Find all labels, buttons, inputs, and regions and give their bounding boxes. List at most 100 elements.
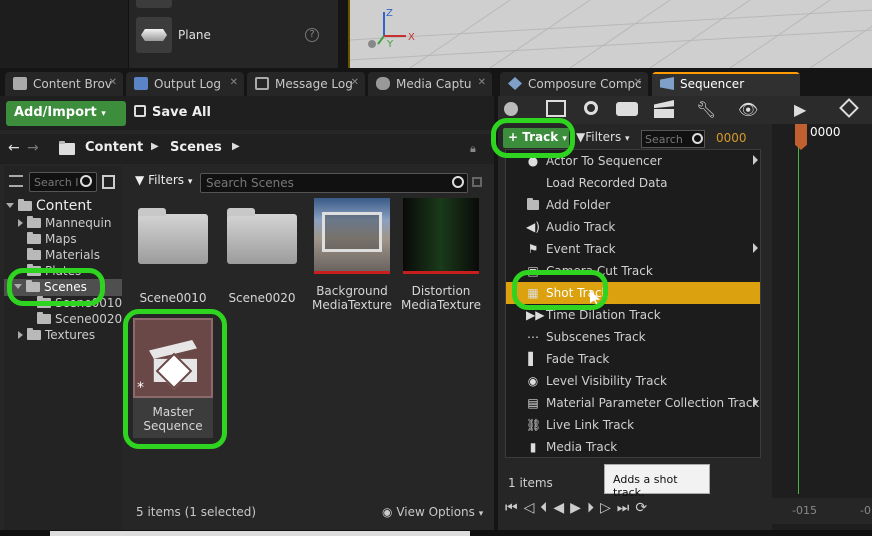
annotation-ring-shot-track	[512, 270, 608, 310]
tab-message-log[interactable]: Message Log ✕	[247, 72, 365, 96]
menu-item-audio-track[interactable]: ◀) Audio Track	[506, 216, 760, 238]
plane-thumbnail[interactable]	[136, 17, 172, 53]
tree-item-materials[interactable]: Materials	[27, 248, 100, 262]
media-icon: ▮	[529, 440, 537, 454]
menu-item-media-track[interactable]: ▮ Media Track	[506, 436, 760, 458]
asset-search-input[interactable]: Search Scenes	[200, 173, 468, 193]
sequencer-filters-button[interactable]: ▼Filters ▾	[576, 130, 630, 144]
folder-icon	[227, 208, 297, 264]
camera-icon[interactable]	[616, 102, 638, 116]
asset-folder-scene0010[interactable]	[135, 200, 211, 276]
close-icon[interactable]: ✕	[351, 77, 359, 88]
tab-sequencer[interactable]: Sequencer	[652, 72, 800, 96]
tab-output-log[interactable]: Output Log ✕	[126, 72, 244, 96]
step-forward-icon[interactable]: ⏵	[587, 500, 600, 516]
chevron-right-icon[interactable]: ▶	[151, 141, 159, 152]
annotation-ring-track-button	[491, 118, 575, 158]
filter-icon: ▼	[135, 173, 145, 187]
question-icon[interactable]: ?	[305, 28, 319, 42]
background-mediatexture-thumbnail[interactable]	[314, 198, 390, 274]
loop-icon[interactable]: ⟳	[635, 500, 653, 516]
load-icon	[526, 176, 540, 190]
tab-label: Media Captu	[396, 77, 472, 91]
audio-icon: ◀)	[526, 220, 540, 234]
tree-item-mannequin[interactable]: Mannequin	[18, 216, 111, 230]
back-arrow-icon[interactable]: ←	[8, 140, 20, 156]
tree-item-label: Textures	[45, 328, 96, 342]
playhead-handle[interactable]	[795, 124, 807, 150]
menu-item-add-folder[interactable]: Add Folder	[506, 194, 760, 216]
filter-icon: ▼	[576, 130, 586, 144]
tree-item-textures[interactable]: Textures	[18, 328, 95, 342]
menu-item-subscenes-track[interactable]: ⋯ Subscenes Track	[506, 326, 760, 348]
message-icon	[255, 77, 269, 90]
menu-item-load-recorded-data[interactable]: Load Recorded Data	[506, 172, 760, 194]
menu-item-label: Level Visibility Track	[546, 374, 667, 388]
tab-composure[interactable]: Composure Compc ✕	[500, 72, 648, 96]
expand-arrow-icon[interactable]	[18, 331, 23, 339]
tab-label: Message Log	[275, 77, 353, 91]
close-icon[interactable]: ✕	[230, 77, 238, 88]
menu-item-live-link-track[interactable]: ⛓ Live Link Track	[506, 414, 760, 436]
close-icon[interactable]: ✕	[109, 77, 117, 88]
play-reverse-icon[interactable]: ◀	[553, 500, 570, 516]
next-key-icon[interactable]: ▷	[600, 500, 617, 516]
level-viewport[interactable]: Z X Y	[348, 0, 872, 68]
menu-item-material-parameter-collection-track[interactable]: ▤ Material Parameter Collection Track	[506, 392, 760, 414]
menu-item-level-visibility-track[interactable]: ◉ Level Visibility Track	[506, 370, 760, 392]
asset-folder-scene0020[interactable]	[224, 200, 300, 276]
save-search-icon[interactable]	[472, 177, 482, 187]
sources-panel-icon[interactable]	[9, 175, 23, 187]
save-all-button[interactable]: Save All	[134, 101, 211, 126]
asset-label: Scene0020	[228, 291, 296, 305]
asset-thumbnail-partial	[136, 0, 172, 8]
previous-key-icon[interactable]: ◁	[524, 500, 541, 516]
fade-icon: ▌	[528, 352, 538, 366]
menu-item-label: Subscenes Track	[546, 330, 646, 344]
jump-to-start-icon[interactable]: ⏮	[505, 500, 524, 516]
material-icon: ▤	[527, 396, 539, 410]
filters-button[interactable]: ▼ Filters ▾	[135, 173, 192, 187]
current-time-readout[interactable]: 0000	[716, 131, 747, 145]
save-sequence-icon[interactable]	[546, 100, 566, 117]
menu-item-label: Load Recorded Data	[546, 176, 668, 190]
distortion-mediatexture-thumbnail[interactable]	[403, 198, 479, 274]
breadcrumb-item-scenes[interactable]: Scenes	[170, 140, 222, 155]
timeline-ruler[interactable]	[772, 498, 872, 524]
expand-arrow-icon[interactable]	[6, 203, 14, 208]
close-icon[interactable]: ✕	[634, 77, 642, 88]
close-icon[interactable]: ✕	[478, 77, 486, 88]
folder-icon	[27, 232, 41, 244]
menu-item-event-track[interactable]: ⚑ Event Track	[506, 238, 760, 260]
add-import-button[interactable]: Add/Import ▾	[6, 101, 126, 126]
step-back-icon[interactable]: ⏴	[540, 500, 553, 516]
camera-icon	[376, 77, 390, 90]
plane-label[interactable]: Plane	[178, 28, 211, 42]
tab-media-capture[interactable]: Media Captu ✕	[368, 72, 492, 96]
chevron-right-icon[interactable]: ▶	[232, 141, 240, 152]
find-icon[interactable]	[584, 101, 598, 115]
play-icon[interactable]: ▶	[570, 500, 587, 516]
tree-item-scene0020[interactable]: Scene0020	[37, 312, 122, 326]
menu-item-fade-track[interactable]: ▌ Fade Track	[506, 348, 760, 370]
tree-item-maps[interactable]: Maps	[27, 232, 77, 246]
eye-icon[interactable]: 👁︎	[738, 100, 758, 119]
expand-arrow-icon[interactable]	[18, 219, 23, 227]
jump-to-end-icon[interactable]: ⏭	[617, 500, 636, 516]
save-all-label: Save All	[152, 105, 211, 120]
breadcrumb-item-content[interactable]: Content	[85, 140, 143, 155]
tab-content-browser[interactable]: Content Brov ✕	[5, 72, 123, 96]
wrench-icon[interactable]: 🔧︎	[696, 100, 716, 119]
annotation-ring-master-sequence	[123, 309, 227, 449]
subscenes-icon: ⋯	[527, 330, 539, 344]
keyframe-icon[interactable]	[839, 98, 859, 118]
world-icon[interactable]	[504, 102, 518, 116]
forward-arrow-icon[interactable]: →	[27, 140, 39, 156]
tree-item-content[interactable]: Content	[6, 198, 92, 214]
play-icon[interactable]: ▶	[794, 100, 806, 119]
view-options-button[interactable]: ◉ View Options ▾	[382, 505, 483, 519]
tree-options-icon[interactable]	[102, 175, 115, 189]
clapperboard-icon[interactable]	[654, 100, 674, 118]
timeline-area[interactable]	[772, 124, 872, 536]
lock-icon[interactable]: 🔒︎	[470, 142, 476, 156]
